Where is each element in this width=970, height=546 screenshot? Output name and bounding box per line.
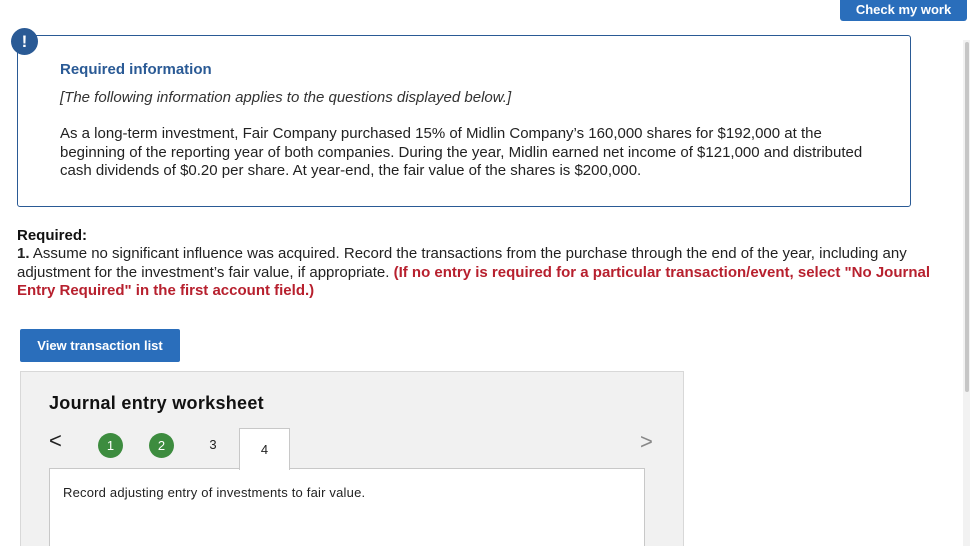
check-my-work-button[interactable]: Check my work	[840, 0, 967, 21]
view-transaction-list-button[interactable]: View transaction list	[20, 329, 180, 362]
page-scrollbar-thumb[interactable]	[965, 42, 969, 392]
step-4-active[interactable]: 4	[239, 428, 290, 470]
chevron-left-icon[interactable]: <	[49, 430, 62, 452]
required-label: Required:	[17, 227, 88, 244]
chevron-right-icon[interactable]: >	[640, 431, 653, 453]
question-number: 1.	[17, 245, 30, 262]
exclamation-icon: !	[11, 28, 38, 55]
step-3[interactable]: 3	[203, 437, 223, 452]
step-1-completed[interactable]: 1	[98, 433, 123, 458]
worksheet-instruction: Record adjusting entry of investments to…	[63, 485, 366, 500]
info-body: As a long-term investment, Fair Company …	[60, 125, 863, 179]
worksheet-panel	[49, 468, 645, 546]
step-2-completed[interactable]: 2	[149, 433, 174, 458]
worksheet-title: Journal entry worksheet	[49, 393, 264, 413]
info-title: Required information	[60, 61, 212, 78]
required-question: 1. Assume no significant influence was a…	[17, 245, 962, 301]
info-subtitle: [The following information applies to th…	[60, 89, 512, 106]
